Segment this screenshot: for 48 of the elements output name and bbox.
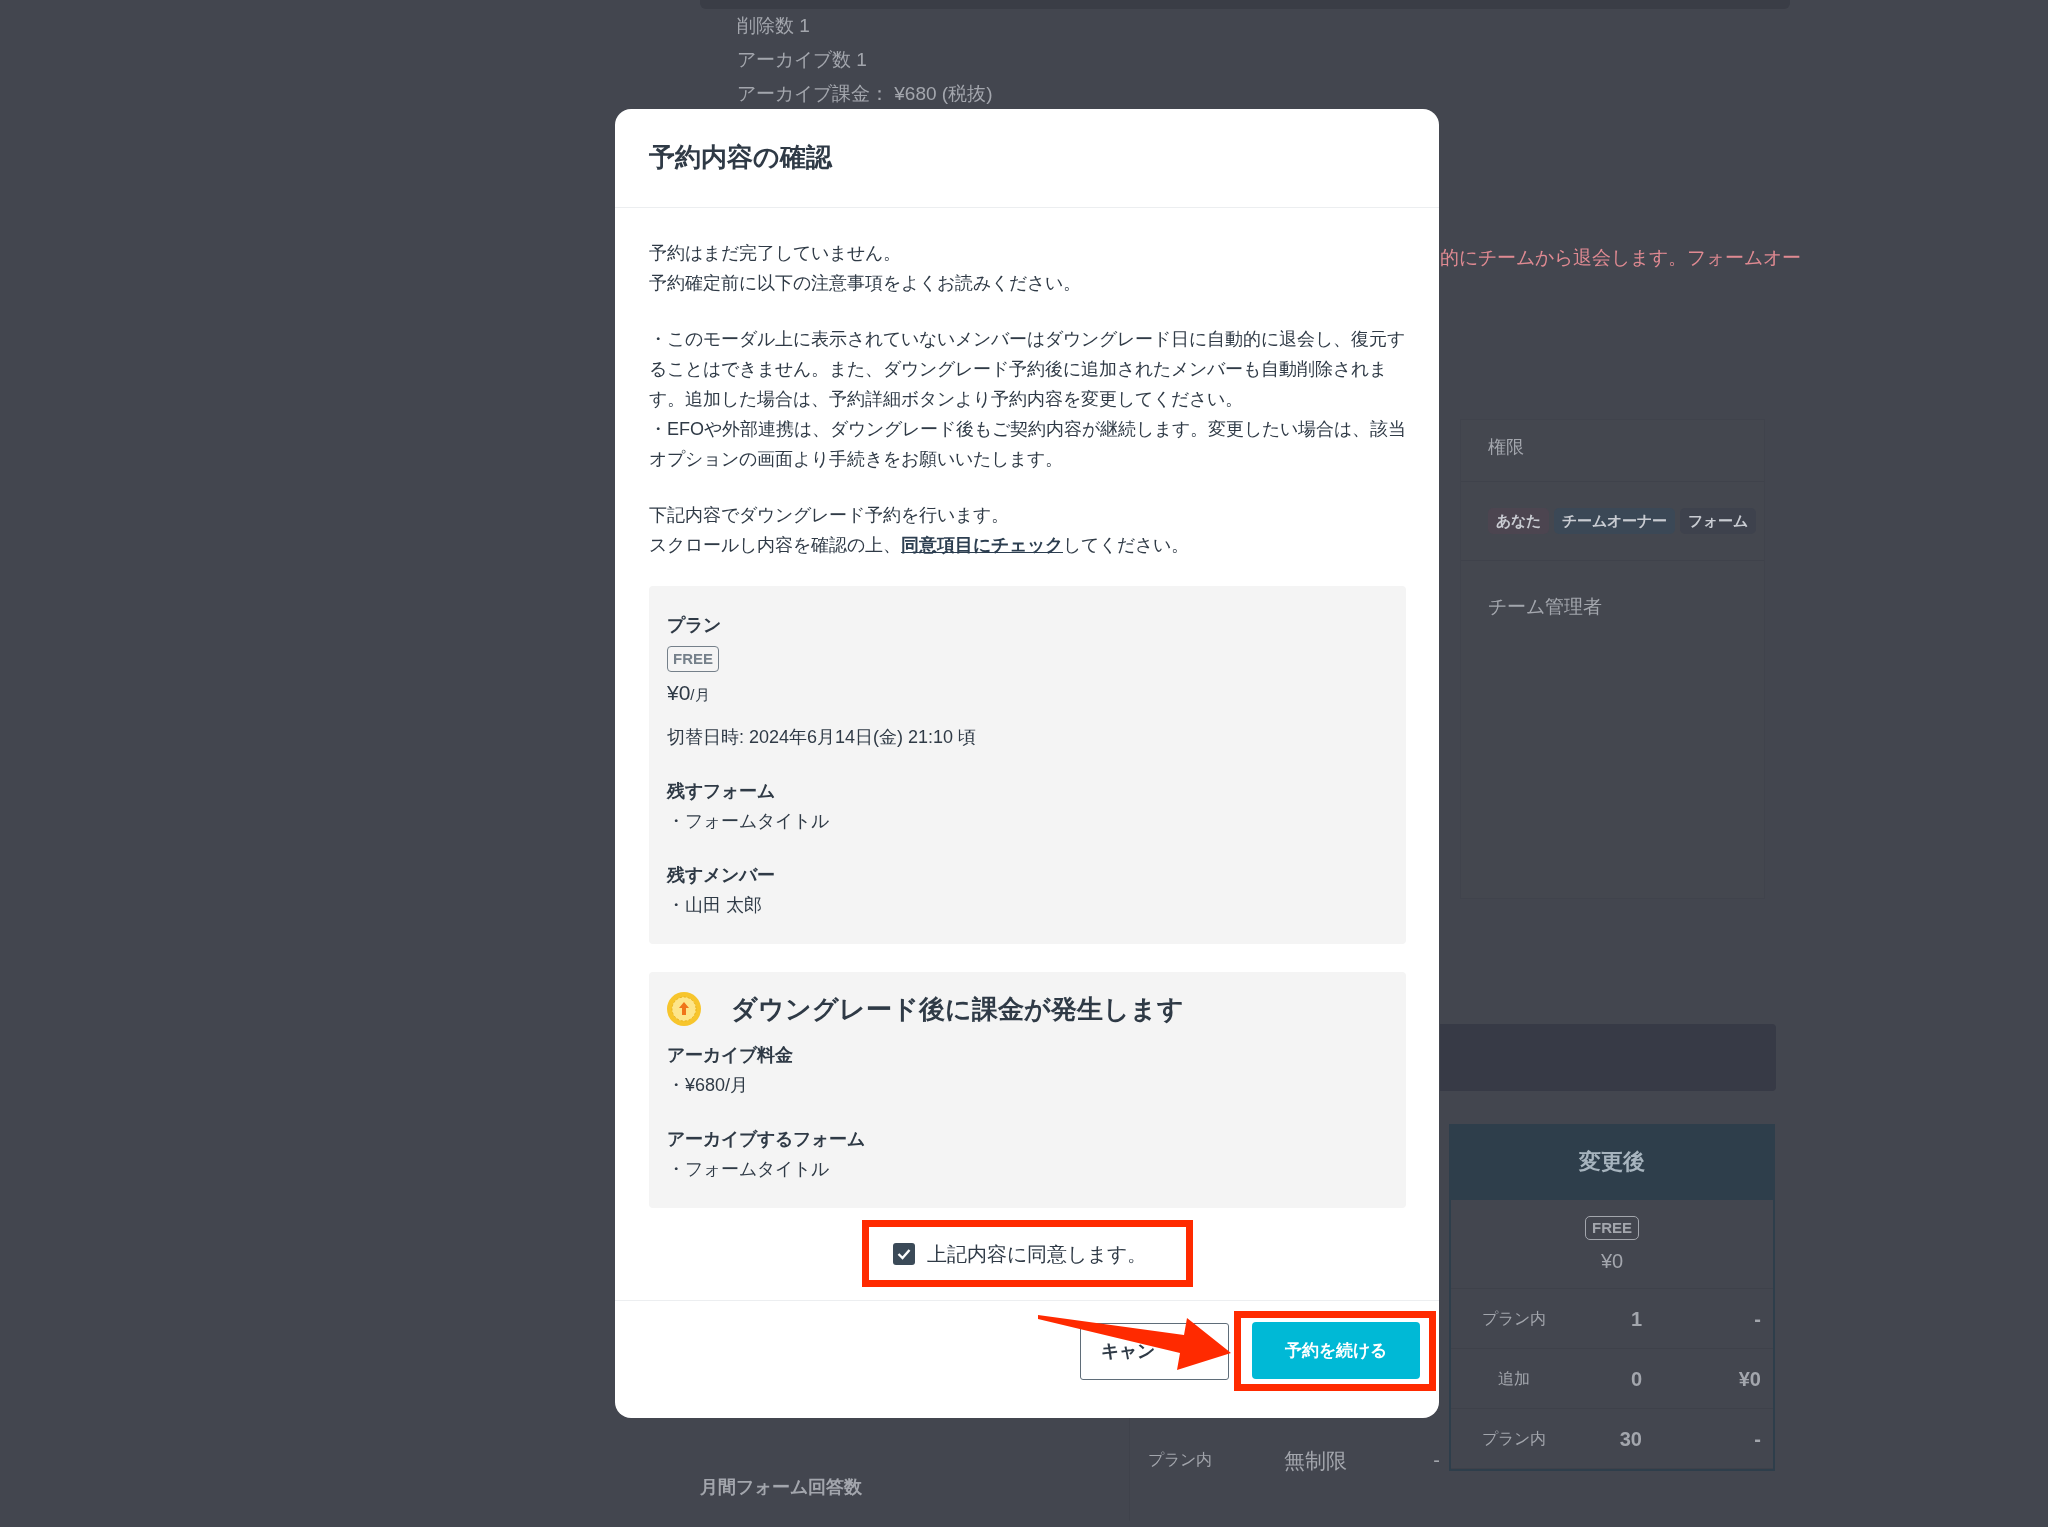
table-cell-text: 0 xyxy=(1629,1366,1642,1392)
role-tag: あなた xyxy=(1488,507,1549,534)
checkmark-icon xyxy=(897,1247,911,1260)
table-cell-text: 30 xyxy=(1618,1426,1642,1452)
notice-text: ・このモーダル上に表示されていないメンバーはダウングレード日に自動的に退会し、復元することはできません。また、ダウングレード予約後に追加されたメンバーも自動削除されます。追加した場合は、予約詳細ボタンより予約内容を変更してください。 xyxy=(649,328,1406,411)
list-item-text: ・山田 太郎 xyxy=(667,894,763,917)
warning-text: 的にチームから退会します。フォームオー xyxy=(1440,246,1801,270)
table-cell-text: 1 xyxy=(1629,1306,1642,1332)
table-cell-text: プラン内 xyxy=(1480,1308,1547,1329)
table-cell-text: - xyxy=(1432,1448,1440,1473)
role-tag: チームオーナー xyxy=(1554,507,1675,534)
role-tag: フォーム xyxy=(1680,507,1756,534)
section-heading: 残すメンバー xyxy=(667,864,776,887)
list-item-text: ・¥680/月 xyxy=(667,1074,750,1097)
plan-badge: FREE xyxy=(667,646,719,672)
price-text: ¥0 xyxy=(1600,1249,1624,1274)
permission-heading: 権限 xyxy=(1461,433,1764,482)
list-item-text: ・フォームタイトル xyxy=(667,810,830,833)
price-text: ¥0/月 xyxy=(667,680,711,706)
table-cell-text: ¥0 xyxy=(1737,1366,1762,1392)
table-cell-text: - xyxy=(1753,1306,1762,1332)
switch-date-text: 切替日時: 2024年6月14日(金) 21:10 頃 xyxy=(667,726,978,749)
instruction-text: 下記内容でダウングレード予約を行います。 xyxy=(649,504,1010,527)
section-heading: 残すフォーム xyxy=(667,780,776,803)
table-cell-text: プラン内 xyxy=(1147,1450,1213,1470)
intro-text: 予約確定前に以下の注意事項をよくお読みください。 xyxy=(649,272,1082,295)
summary-text: 削除数 1 xyxy=(736,14,811,38)
section-heading: プラン xyxy=(667,614,722,637)
list-item-text: ・フォームタイトル xyxy=(667,1158,830,1181)
agree-label[interactable]: 上記内容に同意します。 xyxy=(927,1238,1147,1269)
section-heading: アーカイブ料金 xyxy=(667,1044,794,1067)
agree-checkbox[interactable] xyxy=(893,1242,915,1265)
section-heading: アーカイブするフォーム xyxy=(667,1128,866,1151)
table-cell-text: 無制限 xyxy=(1282,1448,1348,1474)
plan-badge: FREE xyxy=(1585,1215,1639,1240)
notice-text: ・EFOや外部連携は、ダウングレード後もご契約内容が継続します。変更したい場合は、該当オプションの画面より手続きをお願いいたします。 xyxy=(649,418,1406,471)
column-header: 変更後 xyxy=(1451,1123,1773,1200)
agree-link[interactable]: 同意項目にチェック xyxy=(901,535,1063,555)
charge-heading: ダウングレード後に課金が発生します xyxy=(731,994,1184,1024)
summary-text: アーカイブ課金： ¥680 (税抜) xyxy=(736,82,994,106)
intro-text: 予約はまだ完了していません。 xyxy=(649,242,902,265)
role-text: チーム管理者 xyxy=(1487,595,1603,619)
modal-title: 予約内容の確認 xyxy=(649,142,832,174)
table-cell-text: 追加 xyxy=(1496,1368,1531,1389)
summary-text: アーカイブ数 1 xyxy=(736,48,868,72)
table-cell-text: - xyxy=(1753,1426,1762,1452)
instruction-text: スクロールし内容を確認の上、同意項目にチェック してください。 xyxy=(649,534,1190,557)
table-cell-text: プラン内 xyxy=(1480,1428,1547,1449)
